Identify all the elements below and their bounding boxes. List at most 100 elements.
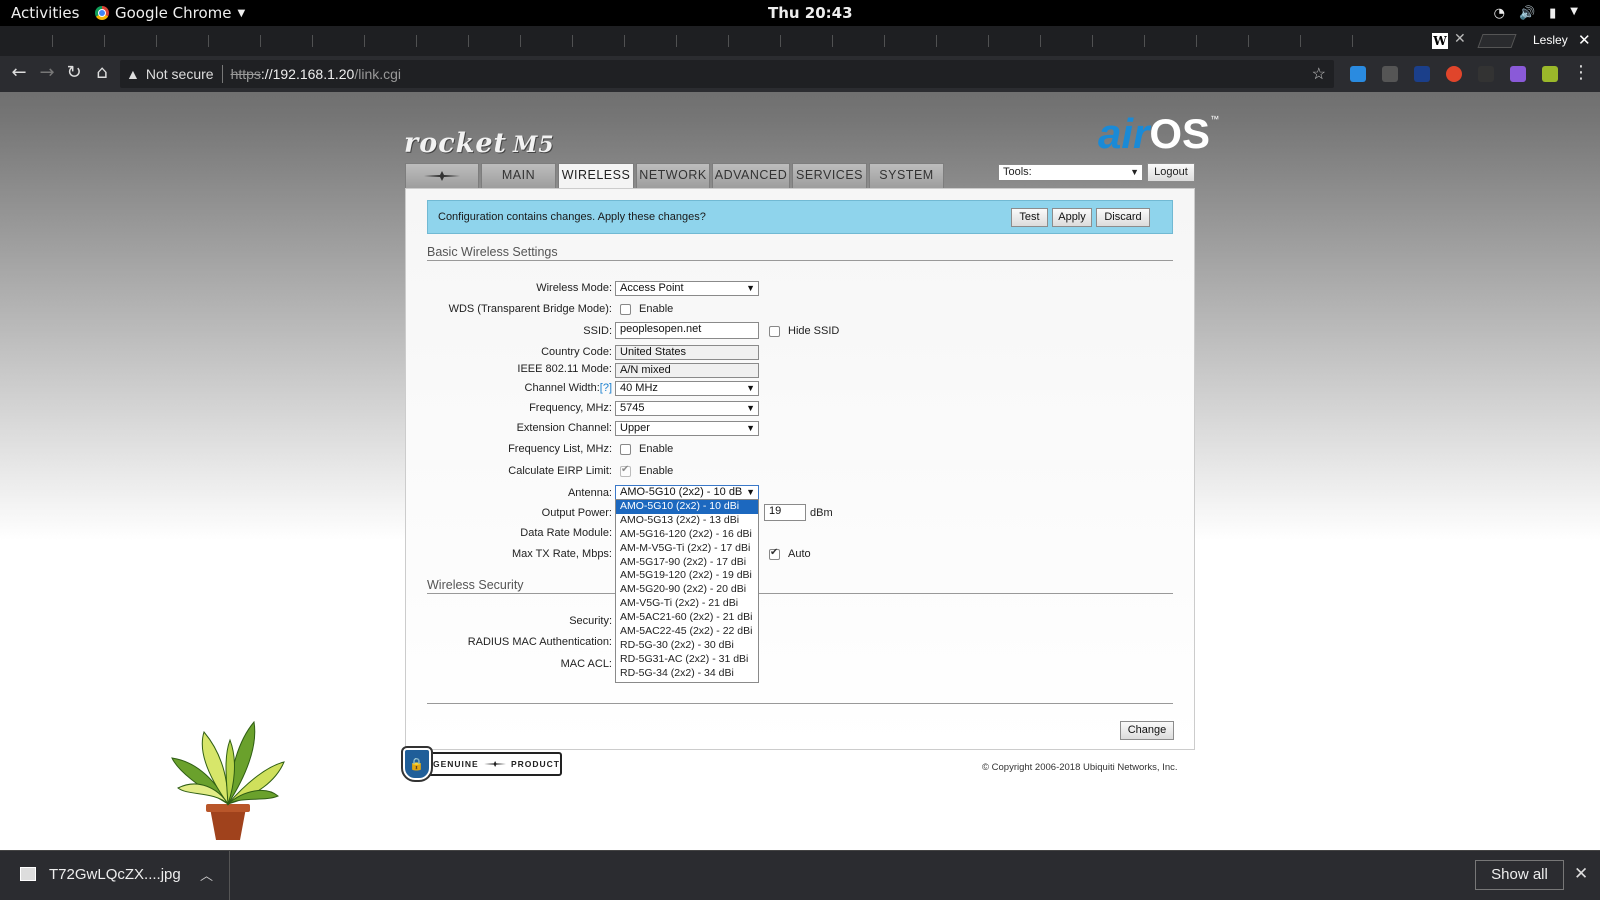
- pending-changes-notice: Configuration contains changes. Apply th…: [427, 200, 1173, 234]
- antenna-option[interactable]: AM-5AC21-60 (2x2) - 21 dBi: [616, 611, 758, 625]
- extension-icon[interactable]: [1350, 66, 1366, 82]
- tab-system[interactable]: SYSTEM: [869, 163, 944, 188]
- logout-button[interactable]: Logout: [1147, 163, 1195, 182]
- antenna-option[interactable]: RD-5G-30 (2x2) - 30 dBi: [616, 639, 758, 653]
- product-text: PRODUCT: [510, 759, 560, 769]
- tab-services[interactable]: SERVICES: [792, 163, 867, 188]
- warning-icon: ▲: [126, 66, 140, 82]
- tools-select[interactable]: Tools: ▼: [998, 164, 1143, 181]
- wireless-mode-select[interactable]: Access Point ▼: [615, 281, 759, 296]
- extension-icon[interactable]: [1542, 66, 1558, 82]
- chevron-down-icon: ▼: [746, 283, 755, 293]
- close-tab-icon[interactable]: ✕: [1454, 31, 1466, 47]
- image-file-icon: [20, 867, 36, 881]
- antenna-value: AMO-5G10 (2x2) - 10 dB: [620, 486, 743, 498]
- lock-icon: 🔒: [401, 746, 433, 782]
- channel-width-select[interactable]: 40 MHz ▼: [615, 381, 759, 396]
- chevron-down-icon: ▼: [746, 487, 755, 497]
- show-all-button[interactable]: Show all: [1475, 860, 1564, 890]
- output-power-input[interactable]: 19: [764, 504, 806, 521]
- tab-network[interactable]: NETWORK: [636, 163, 710, 188]
- test-button[interactable]: Test: [1011, 208, 1048, 227]
- extension-icon[interactable]: [1510, 66, 1526, 82]
- antenna-option[interactable]: AM-V5G-Ti (2x2) - 21 dBi: [616, 597, 758, 611]
- extension-icon[interactable]: [1382, 66, 1398, 82]
- discard-button[interactable]: Discard: [1096, 208, 1150, 227]
- extension-icon[interactable]: [1446, 66, 1462, 82]
- profile-name[interactable]: Lesley: [1533, 33, 1568, 47]
- genuine-text: GENUINE: [433, 759, 479, 769]
- activities-button[interactable]: Activities: [11, 4, 79, 22]
- forward-icon[interactable]: →: [36, 62, 58, 83]
- clock[interactable]: Thu 20:43: [768, 4, 853, 22]
- ssid-input[interactable]: peoplesopen.net: [615, 322, 759, 339]
- hide-ssid-checkbox[interactable]: [769, 326, 780, 337]
- frequency-label: Frequency, MHz:: [529, 402, 612, 414]
- ieee-mode-label: IEEE 802.11 Mode:: [517, 363, 612, 375]
- trademark: ™: [1210, 114, 1220, 124]
- chevron-up-icon[interactable]: ︿: [200, 865, 213, 884]
- close-icon[interactable]: ✕: [1574, 864, 1588, 884]
- tab-ubnt-logo[interactable]: [405, 163, 479, 188]
- radius-mac-auth-label: RADIUS MAC Authentication:: [467, 636, 612, 648]
- antenna-option[interactable]: RD-5G-34 (2x2) - 34 dBi: [616, 667, 758, 681]
- extension-channel-label: Extension Channel:: [516, 422, 612, 434]
- new-tab-button[interactable]: [1477, 34, 1517, 48]
- menu-icon[interactable]: ⋮: [1570, 62, 1592, 83]
- chevron-down-icon: ▼: [746, 403, 755, 413]
- download-item[interactable]: T72GwLQcZX....jpg ︿: [0, 851, 230, 900]
- channel-width-label: Channel Width:[?]: [525, 382, 612, 394]
- tab-wireless[interactable]: WIRELESS: [558, 163, 634, 188]
- antenna-option[interactable]: AM-5G17-90 (2x2) - 17 dBi: [616, 556, 758, 570]
- help-link[interactable]: [?]: [600, 382, 612, 394]
- eirp-option-label: Enable: [639, 465, 674, 477]
- app-menu[interactable]: Google Chrome ▼: [95, 4, 245, 22]
- antenna-option[interactable]: AM-5AC22-45 (2x2) - 22 dBi: [616, 625, 758, 639]
- channel-width-value: 40 MHz: [620, 382, 658, 394]
- extension-icon[interactable]: [1414, 66, 1430, 82]
- home-icon[interactable]: ⌂: [91, 62, 113, 83]
- ssid-label: SSID:: [583, 325, 612, 337]
- url-path: /link.cgi: [354, 66, 402, 82]
- wikipedia-tab-icon[interactable]: W: [1432, 33, 1448, 49]
- tab-advanced[interactable]: ADVANCED: [712, 163, 790, 188]
- chevron-down-icon: ▼: [237, 7, 246, 19]
- antenna-option[interactable]: AM-M-V5G-Ti (2x2) - 17 dBi: [616, 542, 758, 556]
- auto-rate-checkbox[interactable]: [769, 547, 780, 560]
- security-label: Security:: [569, 615, 612, 627]
- antenna-select[interactable]: AMO-5G10 (2x2) - 10 dB ▼: [615, 485, 759, 500]
- wds-checkbox[interactable]: [620, 304, 631, 315]
- tab-list[interactable]: [12, 35, 1392, 47]
- antenna-option[interactable]: RD-5G31-AC (2x2) - 31 dBi: [616, 653, 758, 667]
- mac-acl-label: MAC ACL:: [560, 658, 612, 670]
- brand-air: air: [1098, 110, 1150, 157]
- extension-channel-select[interactable]: Upper ▼: [615, 421, 759, 436]
- frequency-list-checkbox[interactable]: [620, 444, 631, 455]
- security-label[interactable]: Not secure: [146, 66, 214, 82]
- antenna-dropdown-list[interactable]: AMO-5G10 (2x2) - 10 dBi AMO-5G13 (2x2) -…: [615, 499, 759, 683]
- chrome-icon: [95, 6, 109, 20]
- wds-label: WDS (Transparent Bridge Mode):: [448, 303, 612, 315]
- change-button[interactable]: Change: [1120, 721, 1174, 740]
- reload-icon[interactable]: ↻: [63, 62, 85, 83]
- volume-icon: 🔊: [1518, 5, 1536, 21]
- address-bar[interactable]: ▲ Not secure https ://192.168.1.20 /link…: [120, 60, 1334, 88]
- antenna-option[interactable]: AM-5G16-120 (2x2) - 16 dBi: [616, 528, 758, 542]
- antenna-option[interactable]: AMO-5G10 (2x2) - 10 dBi: [616, 500, 758, 514]
- antenna-option[interactable]: AMO-5G13 (2x2) - 13 dBi: [616, 514, 758, 528]
- chevron-down-icon: ▼: [746, 423, 755, 433]
- tab-main[interactable]: MAIN: [481, 163, 556, 188]
- bookmark-star-icon[interactable]: ☆: [1312, 64, 1326, 84]
- antenna-option[interactable]: AM-5G20-90 (2x2) - 20 dBi: [616, 583, 758, 597]
- chevron-down-icon: ▼: [1130, 167, 1139, 177]
- apply-button[interactable]: Apply: [1052, 208, 1092, 227]
- wireless-settings-panel: Configuration contains changes. Apply th…: [405, 188, 1195, 750]
- close-window-icon[interactable]: ✕: [1578, 31, 1591, 49]
- extension-icon[interactable]: [1478, 66, 1494, 82]
- frequency-select[interactable]: 5745 ▼: [615, 401, 759, 416]
- eirp-checkbox[interactable]: [620, 464, 631, 477]
- system-tray[interactable]: ◔ 🔊 ▮ ▼: [1494, 6, 1578, 21]
- genuine-product-badge: 🔒 GENUINE PRODUCT: [401, 746, 562, 782]
- antenna-option[interactable]: AM-5G19-120 (2x2) - 19 dBi: [616, 569, 758, 583]
- back-icon[interactable]: ←: [8, 62, 30, 83]
